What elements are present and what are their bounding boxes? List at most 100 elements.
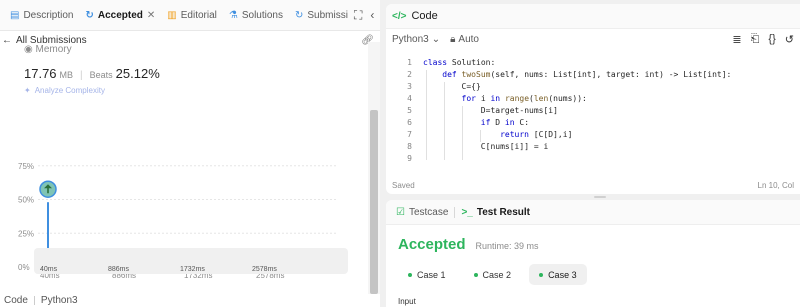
line-text: C[nums[i]] = i <box>480 142 549 151</box>
code-line: 6 if D in C: <box>386 118 800 130</box>
memory-icon: ◉ <box>24 44 33 55</box>
y-tick-label: 0% <box>18 263 30 272</box>
code-label: Code <box>4 295 28 306</box>
stats-divider: | <box>80 70 83 81</box>
line-number: 2 <box>407 70 412 79</box>
description-icon: ▤ <box>10 9 20 21</box>
language-label: Python3 <box>40 295 78 306</box>
book-icon: ▥ <box>167 9 177 21</box>
chevron-left-icon[interactable]: ‹ <box>370 8 374 23</box>
close-icon[interactable]: ✕ <box>147 10 155 21</box>
tab-label: Test Result <box>476 206 531 218</box>
case-label: Case 2 <box>482 269 512 280</box>
code-line: 9 <box>386 154 800 166</box>
left-tab-bar: ▤ Description ↻ Accepted ✕ ▥ Editorial ⚗… <box>0 0 380 31</box>
submission-panel: ▤ Description ↻ Accepted ✕ ▥ Editorial ⚗… <box>0 0 380 307</box>
line-text: C={} <box>461 82 481 91</box>
result-tab-bar: ☑ Testcase >_ Test Result <box>386 200 800 225</box>
tab-test-result[interactable]: >_ Test Result <box>457 207 534 218</box>
braces-icon[interactable]: {} <box>768 33 775 46</box>
analyze-label: Analyze Complexity <box>34 86 105 95</box>
range-tick-label: 2578ms <box>252 266 277 273</box>
language-value: Python3 <box>392 33 429 45</box>
code-line: 2 def twoSum(self, nums: List[int], targ… <box>386 70 800 82</box>
range-tick-label: 1732ms <box>180 266 205 273</box>
bookmark-icon[interactable]: ⎗ <box>751 33 760 46</box>
tab-label: Submissi <box>307 9 348 21</box>
history-icon: ↻ <box>294 9 304 21</box>
sparkle-icon: ✦ <box>24 86 31 95</box>
checkbox-icon: ☑ <box>396 206 405 218</box>
tab-testcase[interactable]: ☑ Testcase <box>392 207 452 218</box>
line-text: D=target-nums[i] <box>480 106 558 115</box>
line-number: 4 <box>407 94 412 103</box>
format-icon[interactable]: ≣ <box>732 33 741 46</box>
chevron-down-icon: ⌄ <box>431 33 441 45</box>
auto-label: Auto <box>458 33 479 45</box>
scrollbar-thumb[interactable] <box>370 110 378 294</box>
memory-section-label: ◉ Memory <box>24 44 72 55</box>
line-number: 6 <box>407 118 412 127</box>
pass-dot-icon <box>539 272 544 277</box>
line-text: def twoSum(self, nums: List[int], target… <box>442 70 732 79</box>
line-number: 9 <box>407 154 412 163</box>
line-number: 5 <box>407 106 412 115</box>
beats-label: Beats <box>89 70 113 80</box>
tab-divider <box>454 206 456 218</box>
analyze-complexity-button[interactable]: ✦ Analyze Complexity <box>24 86 105 95</box>
tab-editorial[interactable]: ▥ Editorial <box>161 0 223 30</box>
auto-mode-toggle[interactable]: 🔒︎ Auto <box>450 34 479 45</box>
line-text: class Solution: <box>423 58 496 67</box>
editor-status-bar: Saved Ln 10, Col <box>386 178 800 192</box>
line-number: 3 <box>407 82 412 91</box>
code-editor[interactable]: 1 class Solution: 2 def twoSum(self, num… <box>386 56 800 163</box>
tab-accepted[interactable]: ↻ Accepted ✕ <box>79 0 161 30</box>
save-status: Saved <box>392 180 415 190</box>
tab-label: Testcase <box>408 206 449 218</box>
flask-icon: ⚗ <box>228 9 238 21</box>
editor-tools: ≣ ⎗ {} ↺ <box>732 33 800 46</box>
pass-dot-icon <box>473 272 478 277</box>
terminal-icon: >_ <box>461 206 473 218</box>
panel-tools: ⛶ ‹ <box>354 8 380 23</box>
case-label: Case 3 <box>548 269 577 280</box>
cursor-position: Ln 10, Col <box>757 180 794 190</box>
case-label: Case 1 <box>417 269 446 280</box>
case-tab-2[interactable]: Case 2 <box>464 264 522 285</box>
code-panel-header: </> Code <box>386 4 800 29</box>
tab-submissions[interactable]: ↻ Submissi <box>289 0 354 30</box>
range-tick-label: 886ms <box>108 266 130 273</box>
range-tick-label: 40ms <box>40 266 58 273</box>
tab-label: Accepted <box>97 9 143 21</box>
beats-value: 25.12% <box>115 66 160 81</box>
line-text: if D in C: <box>480 118 530 127</box>
line-number: 8 <box>407 142 412 151</box>
tab-description[interactable]: ▤ Description <box>4 0 79 30</box>
memory-label: Memory <box>35 44 72 55</box>
memory-unit: MB <box>59 70 74 80</box>
line-number: 1 <box>407 58 412 67</box>
memory-value: 17.76 <box>24 66 57 81</box>
code-toolbar: Python3 ⌄ 🔒︎ Auto ≣ ⎗ {} ↺ <box>386 29 800 49</box>
code-line: 3 C={} <box>386 82 800 94</box>
case-tab-3[interactable]: Case 3 <box>529 264 587 285</box>
line-text: for i in range(len(nums)): <box>461 94 587 103</box>
fullscreen-icon[interactable]: ⛶ <box>354 8 362 23</box>
case-tabs: Case 1 Case 2 Case 3 <box>398 264 587 285</box>
language-select[interactable]: Python3 ⌄ <box>392 34 440 45</box>
y-tick-label: 75% <box>18 162 34 171</box>
tab-label: Solutions <box>241 9 283 21</box>
code-panel: </> Code Python3 ⌄ 🔒︎ Auto ≣ ⎗ {} ↺ 1 cl… <box>386 4 800 194</box>
tab-solutions[interactable]: ⚗ Solutions <box>223 0 289 30</box>
code-line: 4 for i in range(len(nums)): <box>386 94 800 106</box>
case-tab-1[interactable]: Case 1 <box>398 264 456 285</box>
range-slider-labels: 40ms 886ms 1732ms 2578ms <box>40 266 340 278</box>
code-language-footer: Code Python3 <box>0 294 380 307</box>
submission-details: ◉ Memory 17.76 MB | Beats 25.12% ✦ Analy… <box>0 42 368 294</box>
code-line: 5 D=target-nums[i] <box>386 106 800 118</box>
y-tick-label: 50% <box>18 196 34 205</box>
line-number: 7 <box>407 130 412 139</box>
reset-icon[interactable]: ↺ <box>785 33 794 46</box>
verdict-row: Accepted Runtime: 39 ms <box>398 236 539 253</box>
test-result-panel: ☑ Testcase >_ Test Result Accepted Runti… <box>386 200 800 307</box>
